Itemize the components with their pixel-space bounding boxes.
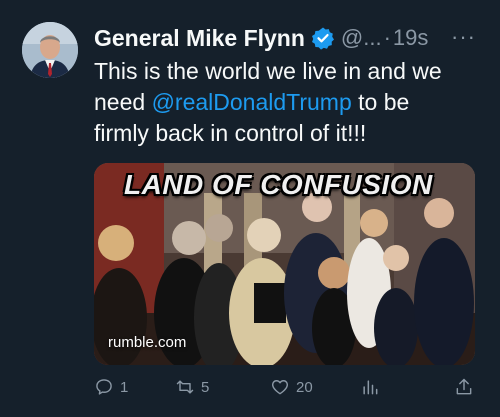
author-handle[interactable]: @... (341, 25, 382, 51)
mention-link[interactable]: @realDonaldTrump (152, 89, 352, 115)
tweet-header: General Mike Flynn @... · 19s (94, 22, 480, 54)
like-count: 20 (296, 378, 313, 396)
retweet-icon (176, 380, 194, 394)
tweet-text-line: need (94, 89, 152, 115)
more-options-icon[interactable]: ··· (451, 24, 476, 50)
views-button[interactable] (360, 377, 380, 397)
verified-badge-icon (311, 26, 335, 50)
share-icon (456, 378, 472, 395)
tweet-actions: 1 5 20 (94, 377, 484, 403)
author-name[interactable]: General Mike Flynn (94, 25, 305, 52)
analytics-icon (363, 380, 378, 395)
reply-icon (96, 379, 112, 395)
heart-icon (271, 380, 289, 395)
reply-button[interactable]: 1 (94, 377, 128, 397)
share-button[interactable] (454, 377, 474, 397)
tweet-text-line: This is the world we live in and we (94, 58, 442, 84)
reply-count: 1 (120, 378, 129, 396)
like-button[interactable]: 20 (270, 377, 313, 397)
media-source-label: rumble.com (108, 334, 187, 351)
tweet-text-line: firmly back in control of it!!! (94, 120, 367, 146)
tweet-text: This is the world we live in and we need… (94, 56, 484, 149)
tweet-card[interactable]: General Mike Flynn @... · 19s ··· This i… (0, 0, 500, 417)
timestamp[interactable]: 19s (393, 25, 428, 51)
video-title-overlay: LAND OF CONFUSION (124, 169, 433, 200)
retweet-count: 5 (201, 378, 210, 396)
avatar[interactable] (22, 22, 78, 78)
tweet-text-line: to be (351, 89, 410, 115)
video-thumbnail[interactable]: LAND OF CONFUSION rumble.com (94, 163, 475, 365)
separator-dot: · (383, 25, 391, 50)
retweet-button[interactable]: 5 (175, 377, 209, 397)
